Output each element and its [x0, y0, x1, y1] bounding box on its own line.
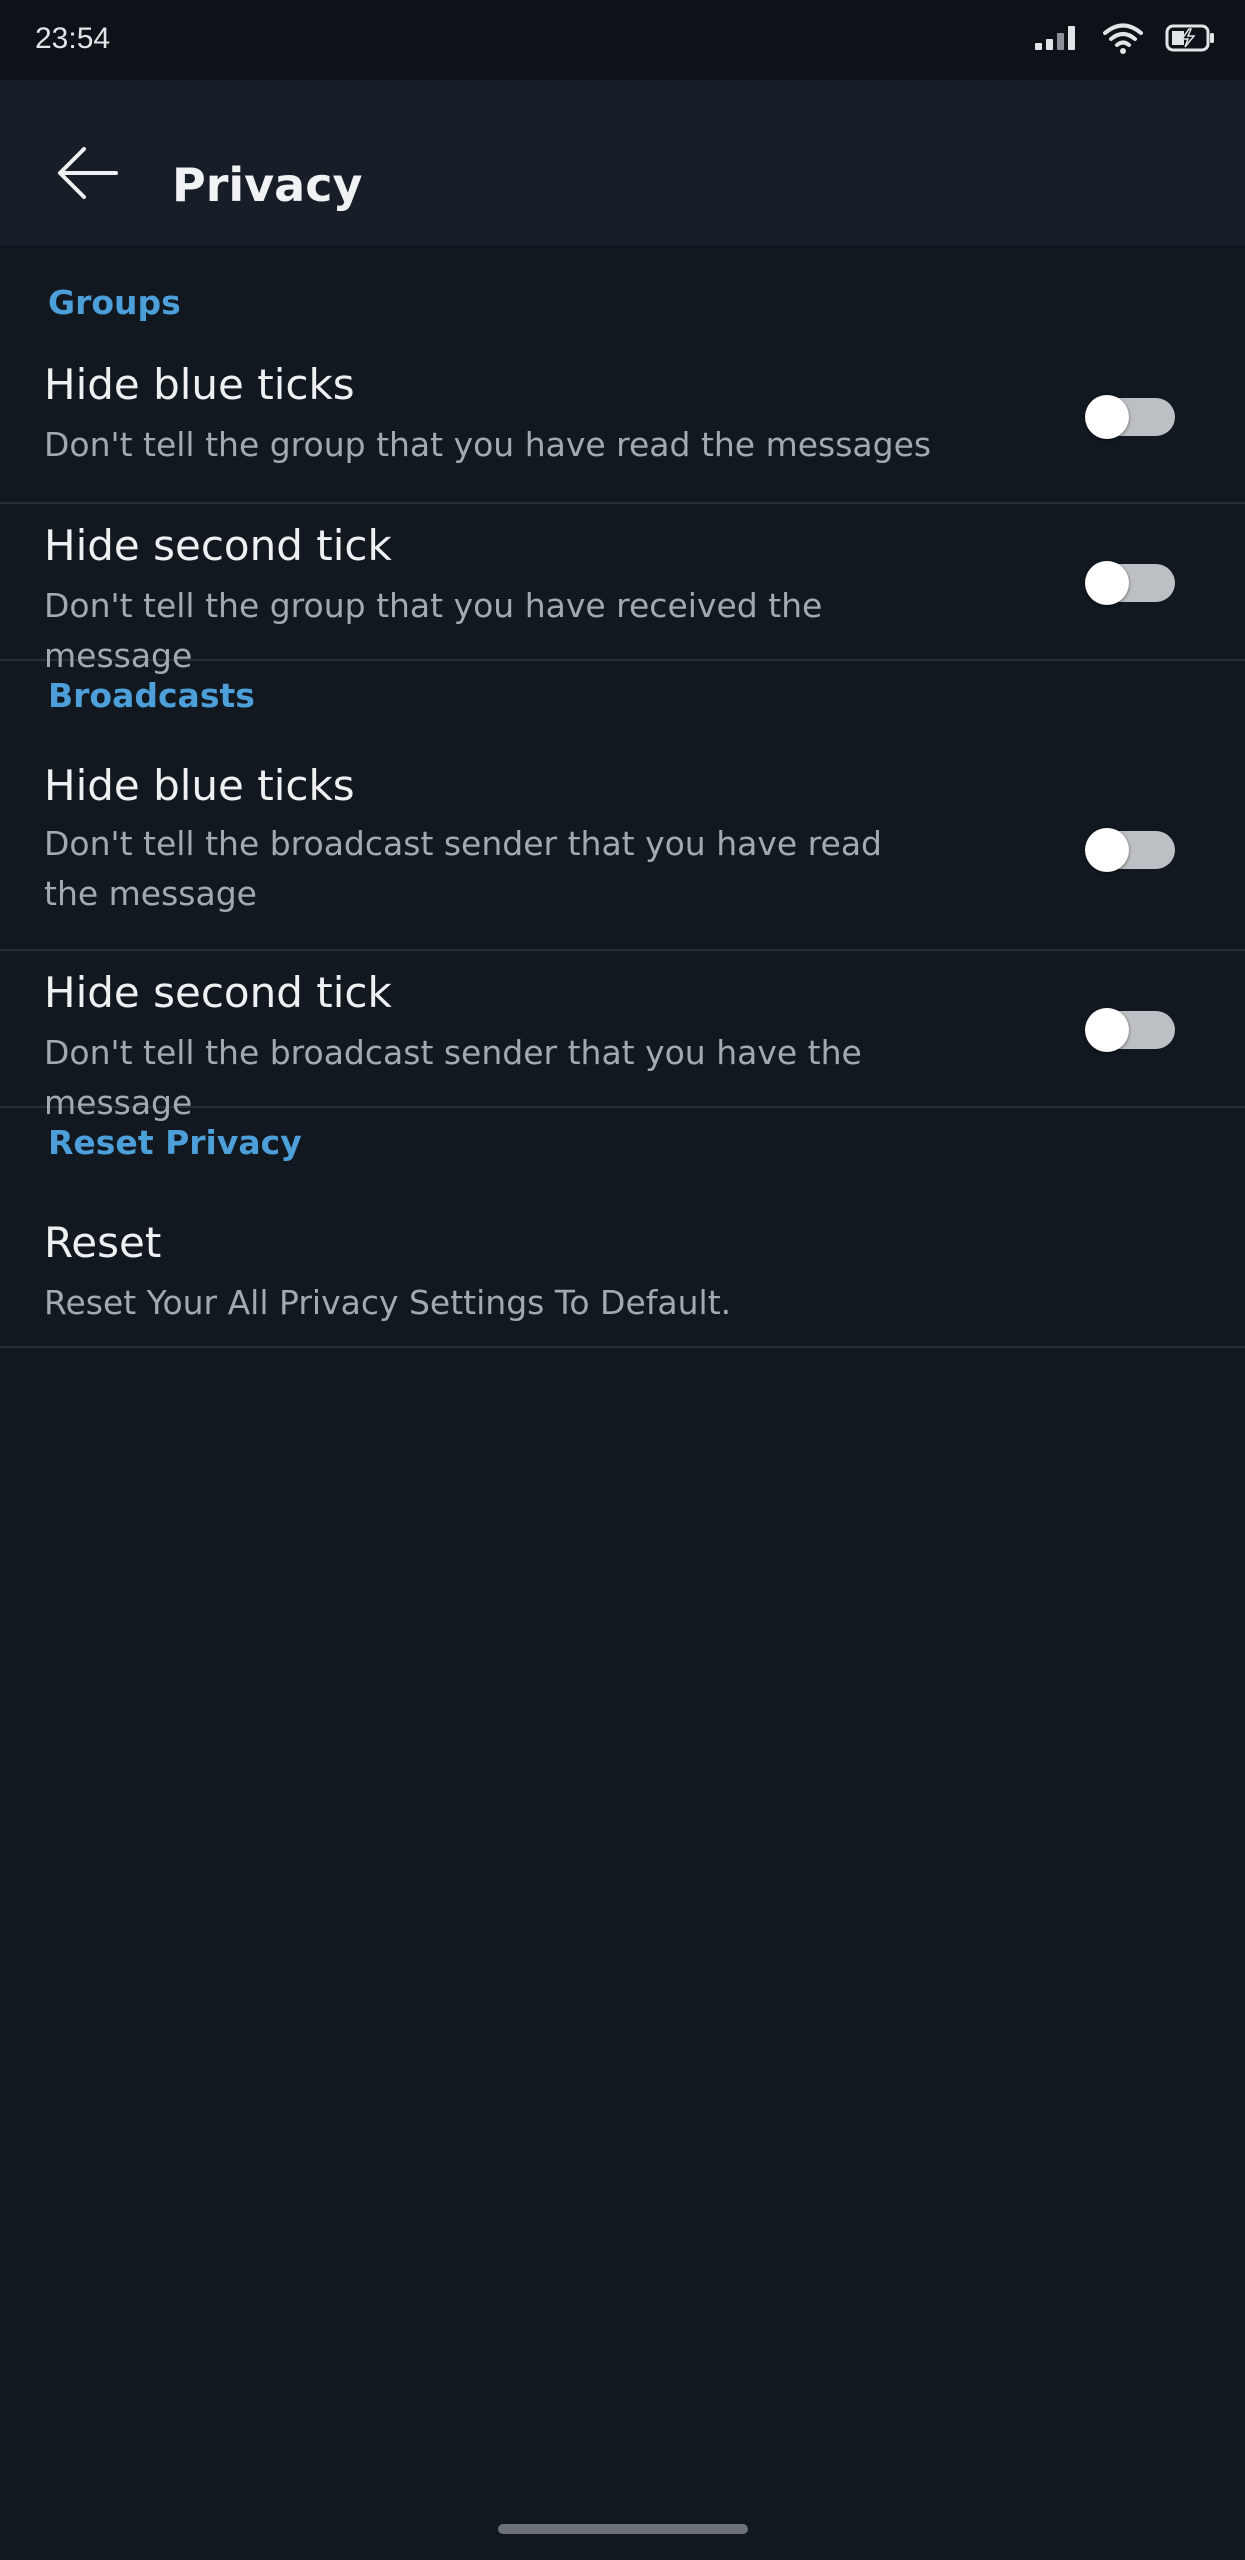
toggle-groups-hide-second-tick[interactable] — [1085, 561, 1175, 605]
setting-description: Don't tell the broadcast sender that you… — [44, 824, 882, 913]
section-header-reset-privacy: Reset Privacy — [0, 1108, 1245, 1188]
setting-title: Hide second tick — [44, 521, 392, 570]
setting-reset[interactable]: Reset Reset Your All Privacy Settings To… — [0, 1188, 1245, 1348]
toggle-groups-hide-blue-ticks[interactable] — [1085, 395, 1175, 439]
arrow-left-icon — [54, 143, 120, 207]
status-bar: 23:54 — [0, 0, 1245, 80]
battery-charging-icon — [1165, 23, 1215, 57]
section-header-groups: Groups — [0, 245, 1245, 330]
setting-description: Reset Your All Privacy Settings To Defau… — [44, 1283, 732, 1322]
home-indicator[interactable] — [498, 2524, 748, 2534]
page-title: Privacy — [172, 158, 363, 212]
status-icons — [1035, 18, 1215, 62]
back-button[interactable] — [42, 130, 132, 220]
setting-broadcasts-hide-second-tick[interactable]: Hide second tick Don't tell the broadcas… — [0, 951, 1245, 1122]
setting-groups-hide-second-tick[interactable]: Hide second tick Don't tell the group th… — [0, 504, 1245, 675]
wifi-icon — [1103, 22, 1143, 58]
toggle-knob — [1085, 828, 1129, 872]
toggle-broadcasts-hide-blue-ticks[interactable] — [1085, 828, 1175, 872]
app-bar: Privacy — [0, 80, 1245, 245]
setting-title: Reset — [44, 1218, 162, 1267]
section-header-broadcasts: Broadcasts — [0, 661, 1245, 741]
setting-title: Hide second tick — [44, 968, 392, 1017]
signal-icon — [1035, 25, 1081, 55]
section-header-label: Groups — [48, 283, 181, 322]
section-header-label: Reset Privacy — [48, 1123, 302, 1162]
setting-groups-hide-blue-ticks[interactable]: Hide blue ticks Don't tell the group tha… — [0, 330, 1245, 504]
setting-title: Hide blue ticks — [44, 761, 355, 810]
toggle-knob — [1085, 561, 1129, 605]
setting-title: Hide blue ticks — [44, 360, 355, 409]
section-header-label: Broadcasts — [48, 676, 255, 715]
status-time: 23:54 — [35, 22, 111, 55]
toggle-knob — [1085, 1008, 1129, 1052]
toggle-knob — [1085, 395, 1129, 439]
setting-description: Don't tell the group that you have read … — [44, 425, 932, 464]
toggle-broadcasts-hide-second-tick[interactable] — [1085, 1008, 1175, 1052]
settings-list: Groups Hide blue ticks Don't tell the gr… — [0, 245, 1245, 1348]
setting-broadcasts-hide-blue-ticks[interactable]: Hide blue ticks Don't tell the broadcast… — [0, 741, 1245, 951]
